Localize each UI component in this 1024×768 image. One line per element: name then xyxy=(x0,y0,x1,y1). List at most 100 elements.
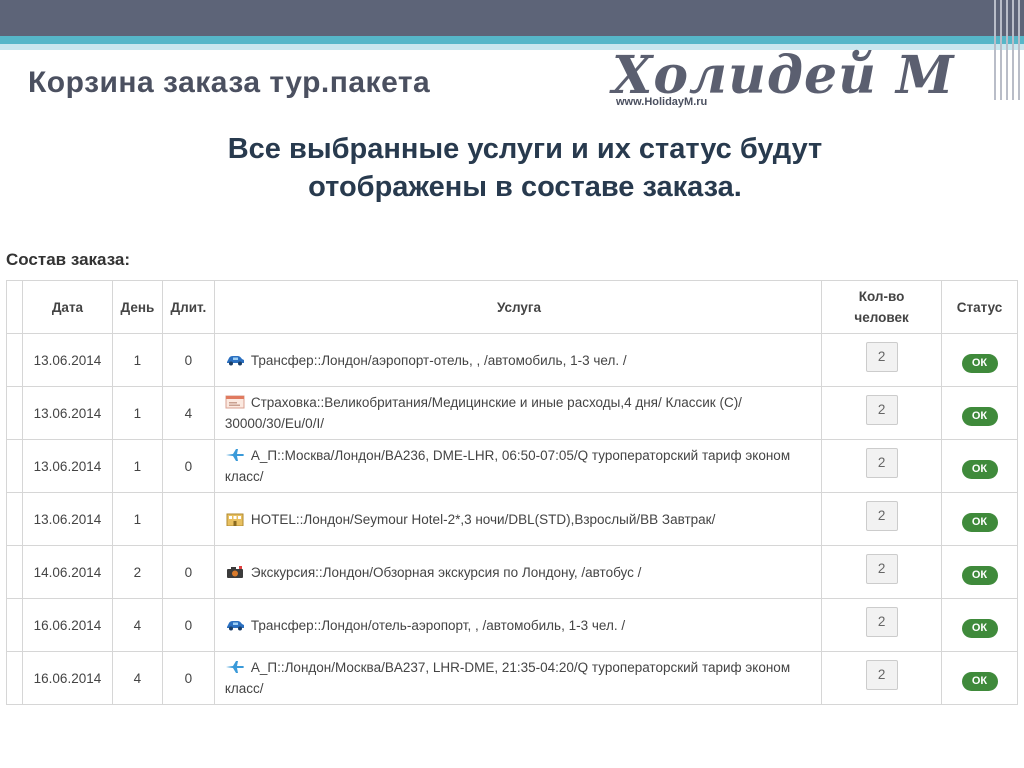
table-row: 13.06.2014 1 0 Трансфер::Лондон/аэропорт-от… xyxy=(6,333,1018,387)
header-band xyxy=(0,0,1024,36)
order-table: Дата День Длит. Услуга Кол-во человек Ст… xyxy=(6,280,1018,705)
row-gap xyxy=(6,651,23,705)
order-table-body: 13.06.2014 1 0 Трансфер::Лондон/аэропорт-от… xyxy=(6,333,1018,705)
table-row: 14.06.2014 2 0 Экскурсия::Лондон/Обзорная э… xyxy=(6,545,1018,599)
header-gap xyxy=(6,280,23,334)
row-gap xyxy=(6,439,23,493)
logo-url: www.HolidayM.ru xyxy=(616,96,708,108)
company-logo: Холидей М www.HolidayM.ru xyxy=(612,44,1002,114)
row-status: ОК xyxy=(941,598,1018,652)
subtitle-line-1: Все выбранные услуги и их статус будут xyxy=(227,133,823,165)
order-table-header: Дата День Длит. Услуга Кол-во человек Ст… xyxy=(6,280,1018,334)
row-date: 13.06.2014 xyxy=(21,333,113,387)
table-row: 16.06.2014 4 0 Трансфер::Лондон/отель-аэроп… xyxy=(6,598,1018,652)
row-service[interactable]: Трансфер::Лондон/отель-аэропорт, , /авто… xyxy=(213,598,823,652)
header-service: Услуга xyxy=(213,280,823,334)
qty-input[interactable]: 2 xyxy=(865,660,898,690)
row-date: 16.06.2014 xyxy=(21,598,113,652)
row-qty: 2 xyxy=(821,333,943,387)
status-badge: ОК xyxy=(961,512,998,532)
status-badge: ОК xyxy=(961,671,998,691)
row-service[interactable]: Страховка::Великобритания/Медицинские и … xyxy=(213,386,823,440)
accent-band xyxy=(0,36,1024,44)
header-qty-line-2: человек xyxy=(854,310,909,325)
subtitle-line-2: отображены в составе заказа. xyxy=(308,171,742,203)
row-date: 16.06.2014 xyxy=(21,651,113,705)
row-service-text: Трансфер::Лондон/аэропорт-отель, , /авто… xyxy=(250,352,627,368)
row-qty: 2 xyxy=(821,386,943,440)
status-badge: ОК xyxy=(961,618,998,638)
status-badge: ОК xyxy=(961,459,998,479)
row-gap xyxy=(6,386,23,440)
qty-input[interactable]: 2 xyxy=(865,501,898,531)
row-qty: 2 xyxy=(821,651,943,705)
qty-input[interactable]: 2 xyxy=(865,448,898,478)
slide-subtitle: Все выбранные услуги и их статус будут о… xyxy=(120,130,930,206)
row-date: 13.06.2014 xyxy=(21,439,113,493)
row-status: ОК xyxy=(941,439,1018,493)
row-status: ОК xyxy=(941,492,1018,546)
qty-input[interactable]: 2 xyxy=(865,342,898,372)
qty-input[interactable]: 2 xyxy=(865,554,898,584)
header-date: Дата xyxy=(21,280,113,334)
row-service-text: А_П::Москва/Лондон/BA236, DME-LHR, 06:50… xyxy=(224,448,791,484)
header-status: Статус xyxy=(941,280,1018,334)
car-icon xyxy=(225,352,245,366)
row-gap xyxy=(6,545,23,599)
row-duration: 0 xyxy=(161,545,215,599)
row-date: 14.06.2014 xyxy=(21,545,113,599)
row-service-text: HOTEL::Лондон/Seymour Hotel-2*,3 ночи/DB… xyxy=(250,511,716,527)
car-icon xyxy=(225,617,245,631)
row-day: 1 xyxy=(111,439,163,493)
row-service-text: Страховка::Великобритания/Медицинские и … xyxy=(224,395,742,431)
row-service-text: А_П::Лондон/Москва/BA237, LHR-DME, 21:35… xyxy=(224,660,791,696)
row-service[interactable]: А_П::Лондон/Москва/BA237, LHR-DME, 21:35… xyxy=(213,651,823,705)
row-service[interactable]: Трансфер::Лондон/аэропорт-отель, , /авто… xyxy=(213,333,823,387)
row-service-text: Трансфер::Лондон/отель-аэропорт, , /авто… xyxy=(250,617,626,633)
row-status: ОК xyxy=(941,545,1018,599)
row-day: 2 xyxy=(111,545,163,599)
row-day: 1 xyxy=(111,386,163,440)
row-gap xyxy=(6,492,23,546)
row-qty: 2 xyxy=(821,439,943,493)
insurance-icon xyxy=(225,394,245,409)
row-gap xyxy=(6,333,23,387)
row-duration: 0 xyxy=(161,651,215,705)
row-service[interactable]: А_П::Москва/Лондон/BA236, DME-LHR, 06:50… xyxy=(213,439,823,493)
header-qty: Кол-во человек xyxy=(821,280,943,334)
slide-title: Корзина заказа тур.пакета xyxy=(28,66,431,99)
row-day: 1 xyxy=(111,333,163,387)
slide: Корзина заказа тур.пакета Холидей М www.… xyxy=(0,0,1024,768)
row-status: ОК xyxy=(941,651,1018,705)
table-row: 13.06.2014 1 HOTEL::Лондон/Seymour Hotel-2… xyxy=(6,492,1018,546)
row-day: 1 xyxy=(111,492,163,546)
plane-icon xyxy=(225,659,245,673)
row-service[interactable]: HOTEL::Лондон/Seymour Hotel-2*,3 ночи/DB… xyxy=(213,492,823,546)
row-duration: 0 xyxy=(161,333,215,387)
table-row: 13.06.2014 1 4 Страховка::Великобритания/Ме… xyxy=(6,386,1018,440)
plane-icon xyxy=(225,447,245,461)
row-duration: 0 xyxy=(161,439,215,493)
qty-input[interactable]: 2 xyxy=(865,395,898,425)
row-duration xyxy=(161,492,215,546)
row-day: 4 xyxy=(111,598,163,652)
status-badge: ОК xyxy=(961,565,998,585)
row-service[interactable]: Экскурсия::Лондон/Обзорная экскурсия по … xyxy=(213,545,823,599)
order-section-title: Состав заказа: xyxy=(6,250,131,269)
row-status: ОК xyxy=(941,386,1018,440)
camera-icon xyxy=(225,564,245,578)
row-gap xyxy=(6,598,23,652)
qty-input[interactable]: 2 xyxy=(865,607,898,637)
header-qty-line-1: Кол-во xyxy=(858,289,905,304)
row-status: ОК xyxy=(941,333,1018,387)
row-service-text: Экскурсия::Лондон/Обзорная экскурсия по … xyxy=(250,564,642,580)
row-duration: 4 xyxy=(161,386,215,440)
row-date: 13.06.2014 xyxy=(21,492,113,546)
row-duration: 0 xyxy=(161,598,215,652)
row-qty: 2 xyxy=(821,492,943,546)
row-qty: 2 xyxy=(821,598,943,652)
hotel-icon xyxy=(225,511,245,526)
header-duration: Длит. xyxy=(161,280,215,334)
table-row: 16.06.2014 4 0 А_П::Лондон/Москва/BA237, LH… xyxy=(6,651,1018,705)
status-badge: ОК xyxy=(961,406,998,426)
